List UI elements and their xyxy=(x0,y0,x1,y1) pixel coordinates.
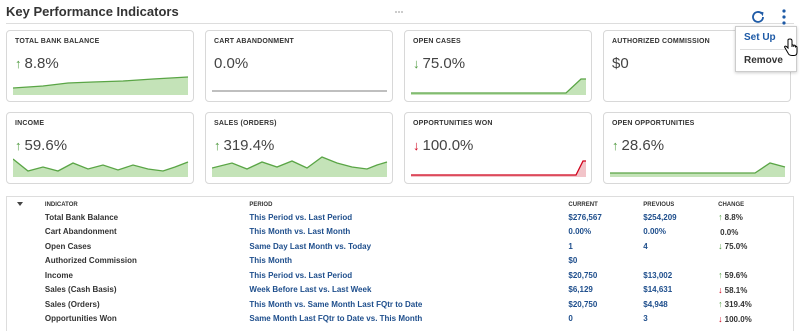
indicator-cell: Authorized Commission xyxy=(44,256,137,266)
kpi-tile-label: OPEN OPPORTUNITIES xyxy=(612,120,695,127)
period-link[interactable]: This Period vs. Last Period xyxy=(249,210,568,225)
sparkline xyxy=(610,162,786,177)
period-link[interactable]: This Month xyxy=(249,254,568,269)
kpi-tile-label: OPPORTUNITIES WON xyxy=(413,120,493,127)
kpi-table: INDICATOR PERIOD CURRENT PREVIOUS CHANGE… xyxy=(6,196,794,331)
indicator-cell: Sales (Orders) xyxy=(44,299,100,309)
collapse-caret-icon[interactable] xyxy=(17,202,23,206)
period-link[interactable]: Same Day Last Month vs. Today xyxy=(249,239,568,254)
column-header-previous[interactable]: PREVIOUS xyxy=(643,197,718,210)
period-link[interactable]: This Month vs. Last Month xyxy=(249,225,568,240)
sparkline xyxy=(411,78,586,95)
table-row: Authorized Commission This Month $0 xyxy=(7,254,793,269)
change-cell: ↓ 100.0% xyxy=(718,313,752,324)
indicator-cell: Open Cases xyxy=(44,241,92,251)
current-link[interactable]: $6,129 xyxy=(568,283,643,298)
previous-link[interactable]: 3 xyxy=(643,312,718,327)
kpi-tile-total-bank-balance[interactable]: TOTAL BANK BALANCE ↑ 8.8% xyxy=(6,30,194,102)
previous-link[interactable]: 0.00% xyxy=(643,225,718,240)
sparkline xyxy=(212,90,387,92)
table-row: Open Cases Same Day Last Month vs. Today… xyxy=(7,239,793,254)
more-options-icon[interactable] xyxy=(780,8,788,26)
change-cell: ↑ 8.8% xyxy=(718,212,743,223)
table-row: Cart Abandonment This Month vs. Last Mon… xyxy=(7,225,793,240)
period-link[interactable]: Same Month Last FQtr to Date vs. This Mo… xyxy=(249,312,568,327)
down-arrow-icon: ↓ xyxy=(718,284,723,295)
indicator-cell: Cart Abandonment xyxy=(44,227,117,237)
change-cell: 0.0% xyxy=(720,227,739,237)
indicator-cell: Total Bank Balance xyxy=(44,212,119,222)
sparkline xyxy=(411,160,586,177)
kpi-tile-sales-orders[interactable]: SALES (ORDERS) ↑ 319.4% xyxy=(205,112,393,184)
change-cell xyxy=(718,254,793,269)
change-cell: ↑ 319.4% xyxy=(718,299,752,310)
sparkline xyxy=(13,76,189,95)
portlet-title: Key Performance Indicators xyxy=(6,4,179,19)
current-link[interactable]: 0.00% xyxy=(568,225,643,240)
current-link[interactable]: $20,750 xyxy=(568,297,643,312)
period-link[interactable]: This Month vs. Same Month Last FQtr to D… xyxy=(249,297,568,312)
table-row: Sales (Cash Basis) Week Before Last vs. … xyxy=(7,283,793,298)
indicator-cell: Opportunities Won xyxy=(44,314,117,324)
drag-handle[interactable] xyxy=(395,0,405,13)
table-row: Sales (Orders) This Month vs. Same Month… xyxy=(7,297,793,312)
change-cell: ↓ 75.0% xyxy=(718,241,748,252)
hand-cursor-icon xyxy=(783,38,798,56)
kpi-tile-label: SALES (ORDERS) xyxy=(214,120,277,127)
change-cell: ↑ 59.6% xyxy=(718,270,748,281)
kpi-tile-label: CART ABANDONMENT xyxy=(214,38,294,45)
kpi-tile-label: INCOME xyxy=(15,120,45,127)
column-header-period[interactable]: PERIOD xyxy=(249,197,568,210)
refresh-icon[interactable] xyxy=(750,9,766,25)
column-header-current[interactable]: CURRENT xyxy=(568,197,643,210)
kpi-tile-opportunities-won[interactable]: OPPORTUNITIES WON ↓ 100.0% xyxy=(404,112,592,184)
current-link[interactable]: $20,750 xyxy=(568,268,643,283)
down-arrow-icon: ↓ xyxy=(718,241,723,252)
table-row: Opportunities Won Same Month Last FQtr t… xyxy=(7,312,793,327)
current-link[interactable]: $276,567 xyxy=(568,210,643,225)
previous-link[interactable]: $4,948 xyxy=(643,297,718,312)
previous-link[interactable] xyxy=(643,254,718,269)
period-link[interactable]: Week Before Last vs. Last Week xyxy=(249,283,568,298)
table-row: Income This Period vs. Last Period $20,7… xyxy=(7,268,793,283)
table-header-row: INDICATOR PERIOD CURRENT PREVIOUS CHANGE xyxy=(7,197,793,210)
down-arrow-icon: ↓ xyxy=(718,313,723,324)
kpi-tile-open-cases[interactable]: OPEN CASES ↓ 75.0% xyxy=(404,30,592,102)
column-header-indicator[interactable]: INDICATOR xyxy=(45,197,249,210)
table-row: Total Bank Balance This Period vs. Last … xyxy=(7,210,793,225)
title-divider xyxy=(6,23,794,24)
previous-link[interactable]: $14,631 xyxy=(643,283,718,298)
previous-link[interactable]: $254,209 xyxy=(643,210,718,225)
column-header-change[interactable]: CHANGE xyxy=(718,197,793,210)
kpi-tile-value: $0 xyxy=(612,55,629,72)
indicator-cell: Sales (Cash Basis) xyxy=(44,285,117,295)
kpi-tile-income[interactable]: INCOME ↑ 59.6% xyxy=(6,112,194,184)
sparkline xyxy=(212,156,388,177)
previous-link[interactable]: $13,002 xyxy=(643,268,718,283)
change-cell: ↓ 58.1% xyxy=(718,284,748,295)
kpi-tile-cart-abandonment[interactable]: CART ABANDONMENT 0.0% xyxy=(205,30,393,102)
kpi-tile-label: TOTAL BANK BALANCE xyxy=(15,38,100,45)
up-arrow-icon: ↑ xyxy=(718,270,723,281)
current-link[interactable]: 1 xyxy=(568,239,643,254)
current-link[interactable]: $0 xyxy=(568,254,643,269)
period-link[interactable]: This Period vs. Last Period xyxy=(249,268,568,283)
up-arrow-icon: ↑ xyxy=(718,299,723,310)
indicator-cell: Income xyxy=(44,270,73,280)
kpi-tile-label: AUTHORIZED COMMISSION xyxy=(612,38,710,45)
sparkline xyxy=(13,158,189,177)
kpi-tile-open-opportunities[interactable]: OPEN OPPORTUNITIES ↑ 28.6% xyxy=(603,112,791,184)
kpi-tile-label: OPEN CASES xyxy=(413,38,461,45)
previous-link[interactable]: 4 xyxy=(643,239,718,254)
up-arrow-icon: ↑ xyxy=(718,212,723,223)
current-link[interactable]: 0 xyxy=(568,312,643,327)
